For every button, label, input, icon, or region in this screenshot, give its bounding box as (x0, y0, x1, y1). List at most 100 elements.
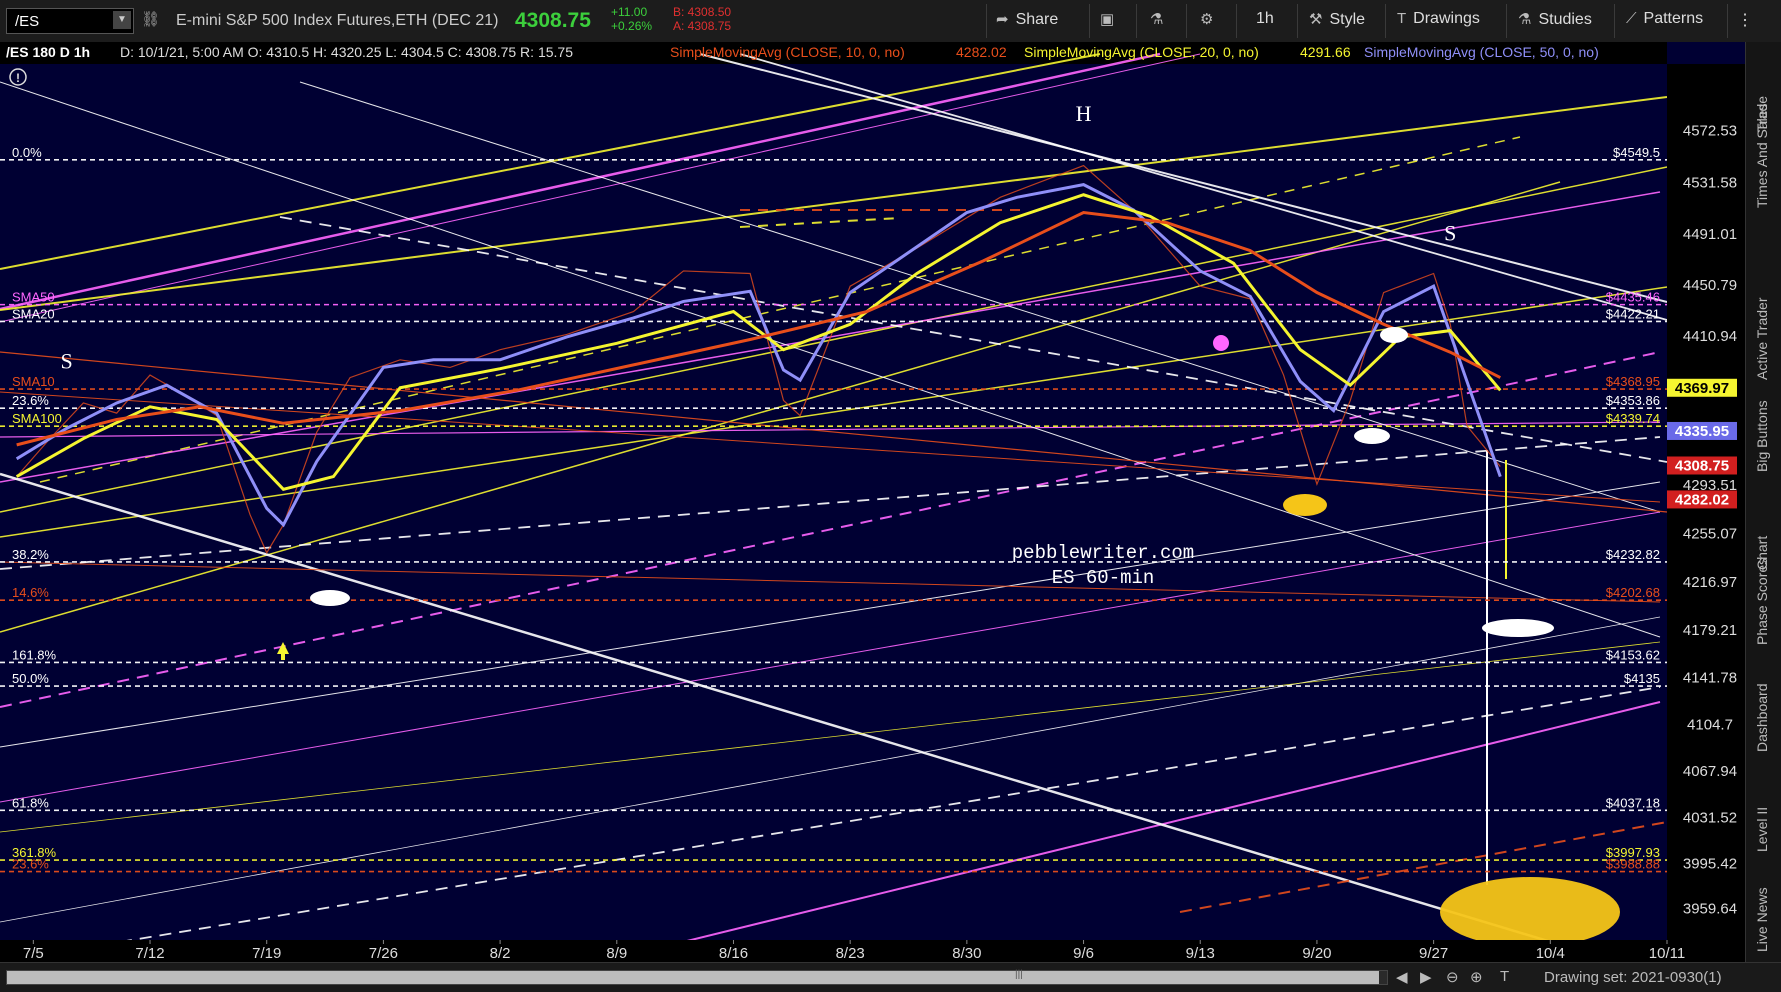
right-rail: Trade Times And Sales Active Trader Big But… (1745, 42, 1781, 962)
level-label-left: SMA10 (12, 374, 55, 389)
y-tick-label: 3959.64 (1683, 901, 1737, 918)
pattern-annotation: S (61, 349, 73, 374)
toolbar-divider (1236, 4, 1237, 38)
style-label: Style (1329, 11, 1366, 28)
level-label-left: SMA20 (12, 306, 55, 321)
rail-tab-big-buttons[interactable]: Big Buttons (1754, 400, 1770, 472)
share-icon: ➦ (996, 11, 1009, 28)
x-tick-label: 8/9 (606, 945, 627, 962)
chart-area[interactable]: 0.0% $4549.5 SMA50 $4435.46 SMA20 $4422.21 SMA… (0, 42, 1745, 983)
y-tick-label: 4531.58 (1683, 175, 1737, 192)
study-sma50-label: SimpleMovingAvg (CLOSE, 50, 0, no) (1364, 44, 1599, 60)
share-label: Share (1015, 11, 1059, 28)
drawings-label: Drawings (1413, 10, 1480, 27)
scrollbar-thumb[interactable] (7, 971, 1379, 984)
scroll-right-icon[interactable]: ▶ (1420, 968, 1432, 986)
y-tick-label: 4491.01 (1683, 226, 1737, 243)
y-tick-label: 3995.42 (1683, 855, 1737, 872)
x-tick-label: 7/19 (252, 945, 281, 962)
level-label-left: 14.6% (12, 585, 49, 600)
price-tag-label: 4282.02 (1675, 491, 1729, 508)
link-icon[interactable]: ⛓ (141, 10, 160, 28)
level-label-right: $4202.68 (1606, 585, 1660, 600)
flask-icon: ⚗ (1150, 11, 1164, 28)
level-label-right: $4135 (1624, 671, 1660, 686)
marker-ellipse (1482, 619, 1554, 637)
level-label-right: $4368.95 (1606, 374, 1660, 389)
marker-ellipse (1283, 494, 1327, 516)
style-button[interactable]: ⚒ Style (1309, 10, 1365, 32)
share-button[interactable]: ➦ Share (996, 10, 1058, 32)
marker-ellipse (310, 590, 350, 606)
x-tick-label: 7/5 (23, 945, 44, 962)
rail-tab-phase-scores[interactable]: Phase Scores (1754, 558, 1770, 645)
x-tick-label: 8/30 (952, 945, 981, 962)
y-tick-label: 4216.97 (1683, 574, 1737, 591)
x-tick-label: 10/4 (1536, 945, 1565, 962)
x-tick-label: 9/6 (1073, 945, 1094, 962)
toolbar-divider (986, 4, 987, 38)
chart-grid-icon: ▣ (1100, 11, 1115, 28)
settings-button[interactable]: ⚙ (1200, 10, 1220, 32)
level-label-left: SMA100 (12, 411, 62, 426)
toolbar: /ES ▼ ⛓ E-mini S&P 500 Index Futures,ETH… (0, 0, 1781, 43)
study-sma10-value: 4282.02 (956, 44, 1007, 60)
symbol-selector[interactable]: /ES ▼ (6, 8, 134, 34)
interval-button[interactable]: 1h (1256, 10, 1274, 32)
y-tick-label: 4067.94 (1683, 763, 1737, 780)
change-percent: +0.26% (611, 19, 653, 33)
info-icon-glyph: ! (16, 71, 20, 85)
text-tool-icon[interactable]: T (1500, 968, 1509, 985)
text-tool-icon: T (1397, 10, 1407, 27)
toolbar-divider (1385, 4, 1386, 38)
chart-settings-button[interactable]: ▣ (1100, 10, 1121, 32)
x-tick-label: 9/13 (1186, 945, 1215, 962)
x-tick-label: 8/16 (719, 945, 748, 962)
level-label-left: SMA50 (12, 290, 55, 305)
chevron-down-icon[interactable]: ▼ (113, 11, 131, 29)
zoom-in-icon[interactable]: ⊕ (1470, 968, 1483, 986)
net-change: +11.00 +0.26% (611, 5, 652, 33)
zoom-out-icon[interactable]: ⊖ (1446, 968, 1459, 986)
x-tick-label: 8/2 (490, 945, 511, 962)
rail-tab-level-ii[interactable]: Level II (1754, 807, 1770, 852)
toolbar-divider (1506, 4, 1507, 38)
rail-tab-live-news[interactable]: Live News (1754, 887, 1770, 952)
time-axis[interactable] (0, 940, 1667, 962)
rail-tab-active-trader[interactable]: Active Trader (1754, 298, 1770, 380)
y-tick-label: 4141.78 (1683, 669, 1737, 686)
level-label-right: $4037.18 (1606, 795, 1660, 810)
rail-tab-dashboard[interactable]: Dashboard (1754, 684, 1770, 753)
watermark-line: pebblewriter.com (1012, 542, 1194, 564)
level-label-left: 23.6% (12, 857, 49, 872)
rail-tab-times-and-sales[interactable]: Times And Sales (1754, 103, 1770, 208)
scroll-left-icon[interactable]: ◀ (1396, 968, 1408, 986)
price-axis[interactable] (1667, 64, 1745, 962)
pattern-annotation: S (1444, 220, 1456, 245)
symbol-text: /ES (15, 13, 40, 30)
x-tick-label: 7/26 (369, 945, 398, 962)
level-label-left: 23.6% (12, 393, 49, 408)
y-tick-label: 4104.7 (1687, 717, 1733, 734)
more-button[interactable]: ⋮ (1737, 10, 1753, 32)
patterns-button[interactable]: ⟋ Patterns (1626, 10, 1703, 32)
study-sma10-label: SimpleMovingAvg (CLOSE, 10, 0, no) (670, 44, 905, 60)
bid-price: B: 4308.50 (673, 5, 732, 19)
y-tick-label: 4450.79 (1683, 277, 1737, 294)
studies-button[interactable]: ⚗ Studies (1518, 10, 1592, 32)
studies-flask-button[interactable]: ⚗ (1150, 10, 1170, 32)
chart-canvas[interactable]: 0.0% $4549.5 SMA50 $4435.46 SMA20 $4422.21 SMA… (0, 42, 1745, 983)
ask-price: A: 4308.75 (673, 19, 732, 33)
price-tag-label: 4369.97 (1675, 380, 1729, 397)
toolbar-divider (1614, 4, 1615, 38)
drawings-button[interactable]: T Drawings (1397, 10, 1480, 32)
toolbar-divider (1136, 4, 1137, 38)
y-tick-label: 4572.53 (1683, 123, 1737, 140)
patterns-icon: ⟋ (1626, 10, 1637, 27)
drawing-set-label: Drawing set: 2021-0930(1) (1544, 969, 1722, 986)
y-tick-label: 4031.52 (1683, 809, 1737, 826)
toolbar-divider (1089, 4, 1090, 38)
time-scrollbar[interactable] (6, 970, 1388, 985)
price-tag-label: 4335.95 (1675, 423, 1729, 440)
x-tick-label: 8/23 (836, 945, 865, 962)
